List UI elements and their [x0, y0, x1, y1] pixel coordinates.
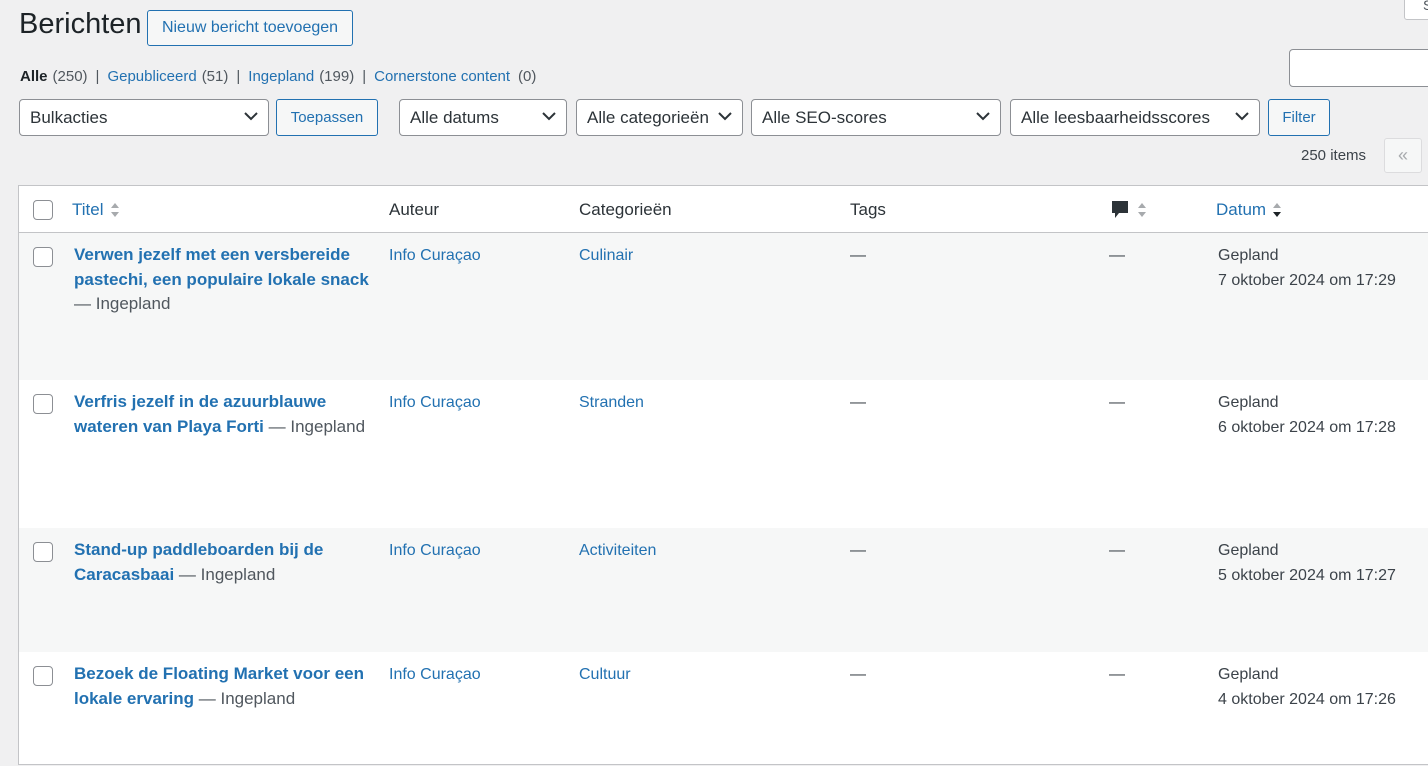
first-page-button[interactable]: «	[1384, 138, 1422, 173]
post-category-link[interactable]: Culinair	[579, 244, 633, 268]
view-cornerstone[interactable]: Cornerstone content	[374, 68, 510, 85]
post-state: — Ingepland	[74, 294, 171, 313]
seo-score-filter-value: Alle SEO-scores	[762, 107, 887, 127]
column-categories-header: Categorieën	[579, 200, 672, 219]
column-tags-header: Tags	[850, 200, 886, 219]
post-category-link[interactable]: Activiteiten	[579, 539, 656, 563]
post-author-link[interactable]: Info Curaçao	[389, 391, 481, 415]
row-checkbox[interactable]	[33, 247, 53, 267]
column-date-label: Datum	[1216, 200, 1267, 219]
view-scheduled[interactable]: Ingepland	[248, 68, 314, 85]
post-date-cell: Gepland 4 oktober 2024 om 17:26	[1218, 663, 1396, 712]
column-comments-header[interactable]	[1111, 200, 1147, 220]
table-row: Verfris jezelf in de azuurblauwe wateren …	[19, 380, 1428, 528]
post-title-cell: Verwen jezelf met een versbereide pastech…	[74, 243, 374, 317]
post-date-cell: Gepland 6 oktober 2024 om 17:28	[1218, 391, 1396, 440]
chevron-down-icon	[718, 112, 732, 121]
sort-icon	[110, 203, 119, 217]
post-date-status: Gepland	[1218, 247, 1279, 264]
posts-table: Titel Auteur Categorieën Tags Datum Verw…	[18, 185, 1428, 765]
search-input[interactable]	[1289, 49, 1428, 87]
comment-bubble-icon	[1112, 201, 1128, 218]
view-published-count: (51)	[201, 68, 229, 85]
post-category-link[interactable]: Cultuur	[579, 663, 631, 687]
post-date-status: Gepland	[1218, 394, 1279, 411]
post-date: 5 oktober 2024 om 17:27	[1218, 566, 1396, 584]
filter-button[interactable]: Filter	[1268, 99, 1330, 136]
date-filter-value: Alle datums	[410, 107, 499, 127]
post-date-cell: Gepland 7 oktober 2024 om 17:29	[1218, 244, 1396, 293]
view-scheduled-count: (199)	[319, 68, 355, 85]
post-state: — Ingepland	[178, 564, 276, 584]
table-row: Bezoek de Floating Market voor een lokale…	[19, 652, 1428, 766]
post-date-status: Gepland	[1218, 666, 1279, 683]
bulk-actions-value: Bulkacties	[30, 107, 108, 127]
apply-button[interactable]: Toepassen	[276, 99, 378, 136]
post-title-cell: Verfris jezelf in de azuurblauwe wateren …	[74, 390, 374, 439]
separator: |	[362, 68, 367, 85]
post-tags: —	[850, 666, 866, 683]
view-cornerstone-count: (0)	[518, 68, 537, 85]
category-filter-value: Alle categorieën	[587, 107, 709, 127]
post-author-link[interactable]: Info Curaçao	[389, 244, 481, 268]
post-state: — Ingepland	[198, 688, 296, 708]
column-author-header: Auteur	[389, 200, 440, 219]
post-state: — Ingepland	[268, 416, 366, 436]
post-comments: —	[1109, 394, 1125, 411]
row-checkbox[interactable]	[33, 542, 53, 562]
post-tags: —	[850, 542, 866, 559]
readability-filter-select[interactable]: Alle leesbaarheidsscores	[1010, 99, 1260, 136]
chevron-down-icon	[1235, 112, 1249, 121]
table-row: Stand-up paddleboarden bij de Caracasbaai…	[19, 528, 1428, 652]
post-comments: —	[1109, 542, 1125, 559]
post-status-views: Alle (250) | Gepubliceerd (51) | Ingepla…	[20, 68, 536, 85]
column-date-header[interactable]: Datum	[1216, 200, 1282, 220]
sort-icon	[1138, 203, 1146, 217]
chevron-down-icon	[244, 112, 258, 121]
sort-desc-icon	[1273, 203, 1282, 217]
post-date: 6 oktober 2024 om 17:28	[1218, 418, 1396, 436]
category-filter-select[interactable]: Alle categorieën	[576, 99, 743, 136]
chevron-down-icon	[542, 112, 556, 121]
post-comments: —	[1109, 247, 1125, 264]
row-checkbox[interactable]	[33, 394, 53, 414]
post-title-cell: Bezoek de Floating Market voor een lokale…	[74, 662, 374, 711]
post-tags: —	[850, 247, 866, 264]
post-date-status: Gepland	[1218, 542, 1279, 559]
table-row: Verwen jezelf met een versbereide pastech…	[19, 233, 1428, 380]
date-filter-select[interactable]: Alle datums	[399, 99, 567, 136]
bulk-actions-select[interactable]: Bulkacties	[19, 99, 269, 136]
post-author-link[interactable]: Info Curaçao	[389, 539, 481, 563]
chevron-down-icon	[976, 112, 990, 121]
column-title-header[interactable]: Titel	[72, 200, 120, 220]
post-category-link[interactable]: Stranden	[579, 391, 644, 415]
table-header: Titel Auteur Categorieën Tags Datum	[19, 186, 1428, 233]
post-title-cell: Stand-up paddleboarden bij de Caracasbaai…	[74, 538, 374, 587]
page-title: Berichten	[19, 8, 142, 40]
items-count: 250 items	[1301, 147, 1367, 164]
add-new-post-button[interactable]: Nieuw bericht toevoegen	[147, 10, 353, 46]
screen-options-label: S	[1423, 0, 1428, 13]
post-date: 4 oktober 2024 om 17:26	[1218, 690, 1396, 708]
post-comments: —	[1109, 666, 1125, 683]
view-all-count: (250)	[52, 68, 88, 85]
column-title-label: Titel	[72, 200, 104, 219]
post-date: 7 oktober 2024 om 17:29	[1218, 271, 1396, 289]
post-tags: —	[850, 394, 866, 411]
separator: |	[95, 68, 100, 85]
screen-options-button[interactable]: S	[1404, 0, 1428, 20]
row-checkbox[interactable]	[33, 666, 53, 686]
post-title-link[interactable]: Verwen jezelf met een versbereide pastech…	[74, 245, 369, 289]
view-published[interactable]: Gepubliceerd	[107, 68, 196, 85]
post-author-link[interactable]: Info Curaçao	[389, 663, 481, 687]
readability-filter-value: Alle leesbaarheidsscores	[1021, 107, 1210, 127]
post-date-cell: Gepland 5 oktober 2024 om 17:27	[1218, 539, 1396, 588]
seo-score-filter-select[interactable]: Alle SEO-scores	[751, 99, 1001, 136]
view-all[interactable]: Alle	[20, 68, 48, 85]
separator: |	[236, 68, 241, 85]
select-all-checkbox[interactable]	[33, 200, 53, 220]
